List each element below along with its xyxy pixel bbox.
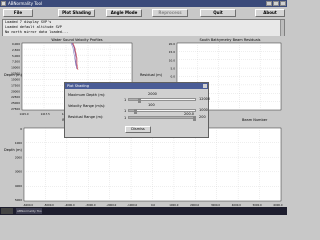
y-tick-label: 0 [20,127,22,131]
residual-plot-ylabel: Residual (m) [140,73,163,77]
raytrace-plot-yticks: 0 1000 2000 3000 4000 5000 [15,127,22,202]
y-tick-label: 0,000 [12,42,20,46]
quit-button[interactable]: Quit [200,9,236,17]
toolbar: File Plot Shading Angle Mode Reprocess Q… [0,8,287,19]
velocity-plot-title: Water Sound Velocity Profiles [51,38,102,42]
max-depth-label: Maximum Depth (m): [68,93,106,97]
max-depth-min: 1 [124,98,127,102]
start-menu-icon[interactable] [1,208,13,214]
plot-shading-button[interactable]: Plot Shading [58,9,95,17]
vel-range-slider-thumb[interactable] [133,109,137,114]
y-tick-label: 5.0 [171,66,176,70]
window-controls [266,1,286,6]
dialog-close-icon[interactable] [203,84,207,88]
resid-range-label: Residual Range (m): [68,115,104,119]
y-tick-label: 20.0 [169,42,175,46]
close-icon[interactable] [280,1,286,6]
y-tick-label: 7,500 [12,60,20,64]
app-window: ABNormality Tool File Plot Shading Angle… [0,0,287,215]
y-tick-label: 10.0 [169,58,175,62]
y-tick-label: 17500 [11,83,20,87]
y-tick-label: 2,500 [12,48,20,52]
y-tick-label: 5000 [15,198,22,202]
x-tick-label: 1415.0 [19,112,28,116]
minimize-icon[interactable] [266,1,272,6]
y-tick-label: 22500 [11,95,20,99]
about-button[interactable]: About [255,9,285,17]
y-tick-label: 0.0 [171,75,176,79]
vel-range-label: Velocity Range (m/s): [68,104,106,108]
y-tick-label: 15000 [11,77,20,81]
max-depth-max: 12000 [199,97,211,101]
velocity-plot-ylabel: Depth (m) [4,73,23,77]
file-button[interactable]: File [3,9,33,17]
window-menu-icon[interactable] [1,1,6,6]
max-depth-slider[interactable] [128,98,196,103]
x-tick-label: 1417.5 [41,112,50,116]
message-line: No north mirror data loaded... [5,30,69,34]
residual-plot-title: South Bathymetry Beam Residuals [200,38,261,42]
dismiss-button[interactable]: Dismiss [125,126,151,133]
dialog-titlebar: Plot Shading [65,83,208,89]
y-tick-label: 2000 [15,155,22,159]
y-tick-label: 4000 [15,184,22,188]
vel-range-value: 100 [148,103,155,107]
max-depth-value: 2000 [148,92,157,96]
raytrace-plot-ylabel: Depth (m) [4,148,23,152]
window-title: ABNormality Tool [8,1,43,6]
taskbar: ABNormality Tool [0,207,287,215]
taskbar-item[interactable]: ABNormality Tool [16,208,42,214]
y-tick-label: 10000 [11,66,20,70]
max-depth-slider-thumb[interactable] [137,98,141,103]
resid-range-slider-thumb[interactable] [193,116,196,121]
y-tick-label: 27500 [11,107,20,111]
residual-plot-xlabel: Beam Number [242,118,268,122]
reprocess-button[interactable]: Reprocess [152,9,188,17]
window-titlebar: ABNormality Tool [0,0,287,7]
dialog-title: Plot Shading [67,84,89,88]
maximize-icon[interactable] [273,1,279,6]
y-tick-label: 1000 [15,141,22,145]
y-tick-label: 20000 [11,89,20,93]
y-tick-label: 15.0 [169,50,175,54]
y-tick-label: 25000 [11,101,20,105]
plot-shading-dialog: Plot Shading Maximum Depth (m): 2000 1 1… [64,82,211,138]
y-tick-label: 5,000 [12,54,20,58]
resid-range-max: 200 [199,115,206,119]
angle-mode-button[interactable]: Angle Mode [106,9,142,17]
y-tick-label: 3000 [15,170,22,174]
resid-range-slider-fill [129,117,195,118]
vel-range-min: 1 [124,109,127,113]
resid-range-slider[interactable] [128,116,196,121]
resid-range-min: 1 [124,116,127,120]
